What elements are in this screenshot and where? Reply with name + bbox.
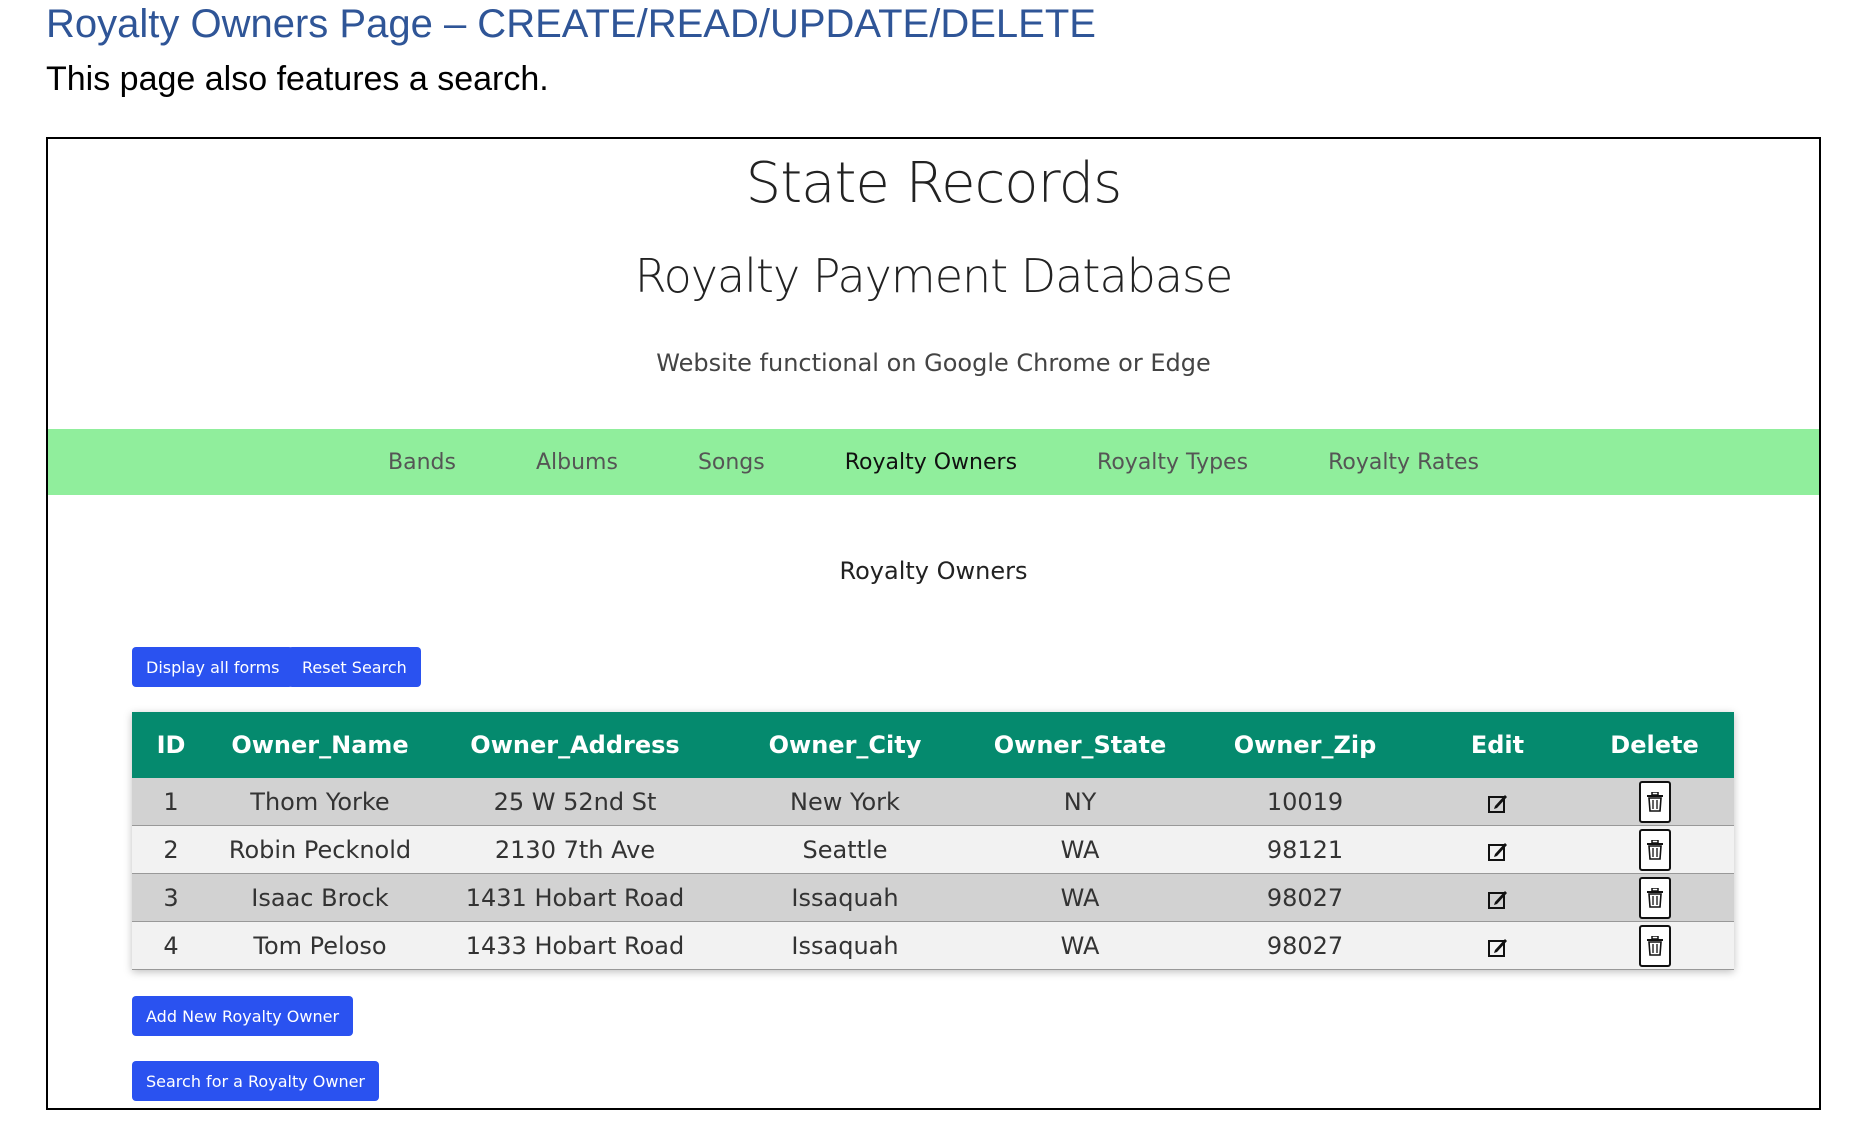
- cell-owner-city: New York: [720, 778, 970, 826]
- cell-owner-address: 25 W 52nd St: [430, 778, 720, 826]
- cell-id: 2: [132, 825, 210, 874]
- cell-delete: [1575, 873, 1734, 922]
- table-header-row: ID Owner_Name Owner_Address Owner_City O…: [132, 712, 1734, 778]
- cell-owner-city: Issaquah: [720, 873, 970, 922]
- column-header-delete: Delete: [1575, 712, 1734, 778]
- royalty-owners-table: ID Owner_Name Owner_Address Owner_City O…: [132, 712, 1734, 970]
- cell-owner-name: Isaac Brock: [210, 873, 430, 922]
- cell-owner-zip: 98027: [1190, 873, 1420, 922]
- delete-button[interactable]: [1638, 828, 1671, 871]
- column-header-owner-city[interactable]: Owner_City: [720, 712, 970, 778]
- document-title: Royalty Owners Page – CREATE/READ/UPDATE…: [46, 2, 1096, 46]
- reset-search-button[interactable]: Reset Search: [288, 647, 421, 687]
- edit-icon[interactable]: [1487, 836, 1509, 864]
- cell-owner-state: WA: [970, 873, 1190, 922]
- website-screenshot-frame: State Records Royalty Payment Database W…: [46, 137, 1821, 1110]
- cell-owner-zip: 98027: [1190, 921, 1420, 970]
- column-header-owner-address[interactable]: Owner_Address: [430, 712, 720, 778]
- cell-id: 4: [132, 921, 210, 970]
- table-row: 1 Thom Yorke 25 W 52nd St New York NY 10…: [132, 778, 1734, 826]
- cell-edit: [1420, 921, 1575, 970]
- cell-owner-zip: 98121: [1190, 825, 1420, 874]
- site-subtitle: Royalty Payment Database: [634, 249, 1234, 303]
- browser-note: Website functional on Google Chrome or E…: [656, 349, 1211, 377]
- trash-icon: [1646, 887, 1663, 908]
- cell-owner-name: Robin Pecknold: [210, 825, 430, 874]
- cell-owner-name: Thom Yorke: [210, 778, 430, 826]
- trash-icon: [1646, 935, 1663, 956]
- edit-icon[interactable]: [1487, 932, 1509, 960]
- cell-owner-address: 1431 Hobart Road: [430, 873, 720, 922]
- edit-icon[interactable]: [1487, 788, 1509, 816]
- table-row: 4 Tom Peloso 1433 Hobart Road Issaquah W…: [132, 921, 1734, 970]
- column-header-owner-state[interactable]: Owner_State: [970, 712, 1190, 778]
- cell-owner-address: 2130 7th Ave: [430, 825, 720, 874]
- cell-edit: [1420, 873, 1575, 922]
- delete-button[interactable]: [1638, 876, 1671, 919]
- document-subtitle: This page also features a search.: [46, 60, 549, 98]
- nav-item-songs[interactable]: Songs: [658, 450, 805, 475]
- cell-edit: [1420, 778, 1575, 826]
- cell-owner-state: WA: [970, 921, 1190, 970]
- cell-owner-city: Seattle: [720, 825, 970, 874]
- section-heading: Royalty Owners: [839, 557, 1028, 585]
- add-new-royalty-owner-button[interactable]: Add New Royalty Owner: [132, 996, 354, 1036]
- cell-owner-zip: 10019: [1190, 778, 1420, 826]
- delete-button[interactable]: [1638, 780, 1671, 823]
- display-all-forms-button[interactable]: Display all forms: [132, 647, 294, 687]
- cell-id: 3: [132, 873, 210, 922]
- column-header-owner-name[interactable]: Owner_Name: [210, 712, 430, 778]
- cell-id: 1: [132, 778, 210, 826]
- cell-owner-city: Issaquah: [720, 921, 970, 970]
- cell-owner-name: Tom Peloso: [210, 921, 430, 970]
- cell-delete: [1575, 778, 1734, 826]
- site-title: State Records: [745, 151, 1123, 216]
- table-row: 3 Isaac Brock 1431 Hobart Road Issaquah …: [132, 873, 1734, 922]
- cell-owner-address: 1433 Hobart Road: [430, 921, 720, 970]
- nav-item-royalty-owners[interactable]: Royalty Owners: [805, 450, 1057, 475]
- edit-icon[interactable]: [1487, 884, 1509, 912]
- cell-edit: [1420, 825, 1575, 874]
- nav-item-royalty-types[interactable]: Royalty Types: [1057, 450, 1288, 475]
- cell-delete: [1575, 921, 1734, 970]
- trash-icon: [1646, 839, 1663, 860]
- cell-delete: [1575, 825, 1734, 874]
- column-header-id[interactable]: ID: [132, 712, 210, 778]
- nav-item-bands[interactable]: Bands: [348, 450, 496, 475]
- delete-button[interactable]: [1638, 924, 1671, 967]
- trash-icon: [1646, 791, 1663, 812]
- table-row: 2 Robin Pecknold 2130 7th Ave Seattle WA…: [132, 825, 1734, 874]
- search-royalty-owner-button[interactable]: Search for a Royalty Owner: [132, 1061, 380, 1101]
- cell-owner-state: NY: [970, 778, 1190, 826]
- main-navbar: Bands Albums Songs Royalty Owners Royalt…: [48, 429, 1819, 495]
- nav-item-albums[interactable]: Albums: [496, 450, 658, 475]
- column-header-owner-zip[interactable]: Owner_Zip: [1190, 712, 1420, 778]
- column-header-edit: Edit: [1420, 712, 1575, 778]
- cell-owner-state: WA: [970, 825, 1190, 874]
- nav-item-royalty-rates[interactable]: Royalty Rates: [1288, 450, 1519, 475]
